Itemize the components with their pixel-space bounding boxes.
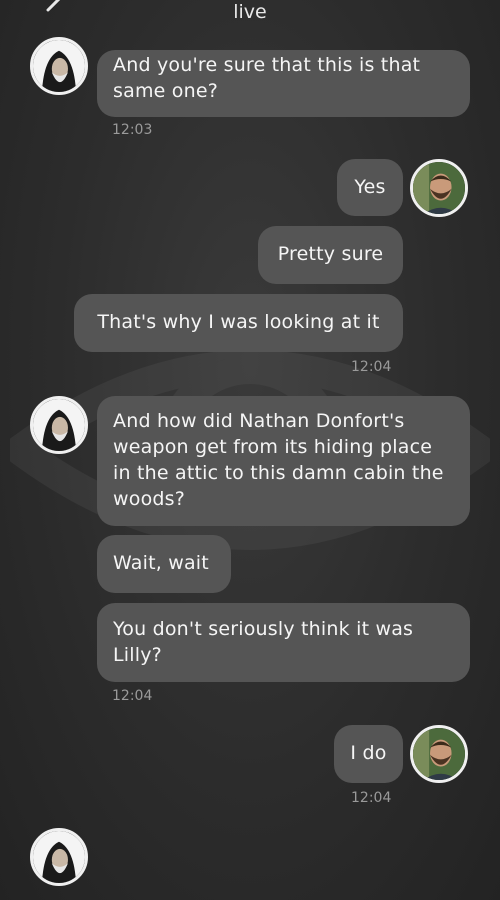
user-avatar[interactable] — [410, 725, 468, 783]
message-timestamp: 12:04 — [351, 790, 392, 806]
chat-header: live — [0, 0, 500, 40]
hooded-man-avatar-icon — [33, 399, 85, 451]
message-timestamp: 12:04 — [112, 688, 153, 704]
message-bubble-user[interactable]: I do — [334, 725, 403, 783]
message-bubble-user[interactable]: That's why I was looking at it — [74, 294, 403, 352]
contact-avatar[interactable] — [30, 37, 88, 95]
message-bubble-contact[interactable]: And how did Nathan Donfort's weapon get … — [97, 396, 470, 526]
message-bubble-contact[interactable]: And you're sure that this is that same o… — [97, 50, 470, 117]
chat-title: live — [233, 1, 267, 23]
message-timestamp: 12:03 — [112, 122, 153, 138]
hooded-man-avatar-icon — [33, 831, 85, 883]
user-avatar[interactable] — [410, 159, 468, 217]
hooded-man-avatar-icon — [33, 40, 85, 92]
message-bubble-user[interactable]: Yes — [337, 159, 403, 216]
bearded-man-avatar-icon — [413, 728, 465, 780]
message-timestamp: 12:04 — [351, 359, 392, 375]
contact-avatar[interactable] — [30, 396, 88, 454]
message-bubble-user[interactable]: Pretty sure — [258, 226, 403, 284]
message-bubble-contact[interactable]: Wait, wait — [97, 535, 231, 593]
message-bubble-contact[interactable]: You don't seriously think it was Lilly? — [97, 603, 470, 682]
contact-avatar[interactable] — [30, 828, 88, 886]
bearded-man-avatar-icon — [413, 162, 465, 214]
